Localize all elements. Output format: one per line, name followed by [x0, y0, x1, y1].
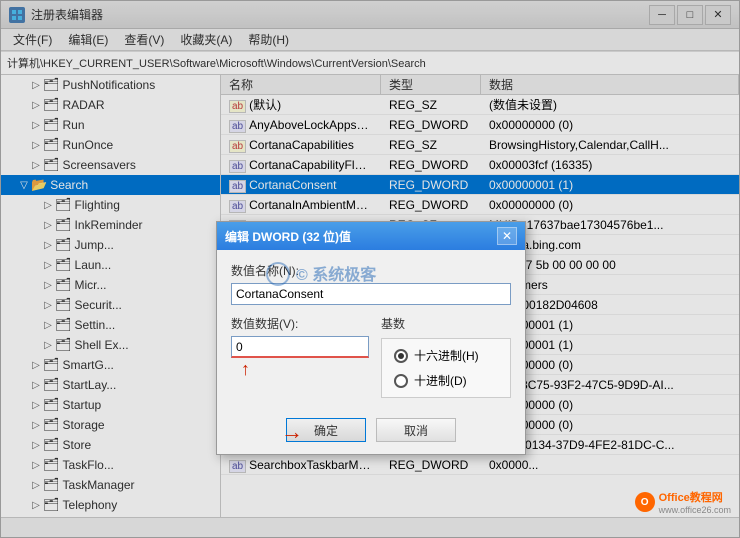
main-window: 注册表编辑器 ─ □ ✕ 文件(F) 编辑(E) 查看(V) 收藏夹(A) 帮助… [0, 0, 740, 538]
radio-hex[interactable]: 十六进制(H) [394, 347, 498, 364]
dialog-body: 数值名称(N): 数值数据(V): ↑ 基数 [217, 250, 525, 410]
dialog-title-bar: 编辑 DWORD (32 位)值 ✕ [217, 222, 525, 250]
radio-hex-circle [394, 349, 408, 363]
ok-button[interactable]: 确定 [286, 418, 366, 442]
branding-name: Office教程网 [659, 489, 731, 505]
dialog-overlay: 编辑 DWORD (32 位)值 ✕ 数值名称(N): 数值数据(V): ↑ [1, 1, 739, 537]
radio-group: 十六进制(H) 十进制(D) [381, 338, 511, 398]
branding-area: O Office教程网 www.office26.com [635, 489, 731, 515]
cancel-button[interactable]: 取消 [376, 418, 456, 442]
branding-text: Office教程网 www.office26.com [659, 489, 731, 515]
dialog-close-button[interactable]: ✕ [497, 227, 517, 245]
dialog-main-row: 数值数据(V): ↑ 基数 十六进制(H) [231, 315, 511, 398]
dialog-title-text: 编辑 DWORD (32 位)值 [225, 228, 351, 245]
dialog-data-section: 数值数据(V): ↑ [231, 315, 369, 398]
dialog-footer: 确定 取消 [217, 410, 525, 454]
name-label: 数值名称(N): [231, 262, 511, 279]
radio-hex-label: 十六进制(H) [414, 347, 479, 364]
dialog-base-section: 基数 十六进制(H) 十进制(D) [381, 315, 511, 398]
branding-icon: O [635, 492, 655, 512]
branding-url: www.office26.com [659, 505, 731, 515]
data-label: 数值数据(V): [231, 315, 369, 332]
data-input[interactable] [231, 336, 369, 358]
base-label: 基数 [381, 315, 511, 332]
radio-dec-circle [394, 374, 408, 388]
edit-dword-dialog: 编辑 DWORD (32 位)值 ✕ 数值名称(N): 数值数据(V): ↑ [216, 221, 526, 455]
radio-dec[interactable]: 十进制(D) [394, 372, 498, 389]
radio-dec-label: 十进制(D) [414, 372, 467, 389]
data-input-wrapper: ↑ [231, 336, 369, 358]
name-input[interactable] [231, 283, 511, 305]
